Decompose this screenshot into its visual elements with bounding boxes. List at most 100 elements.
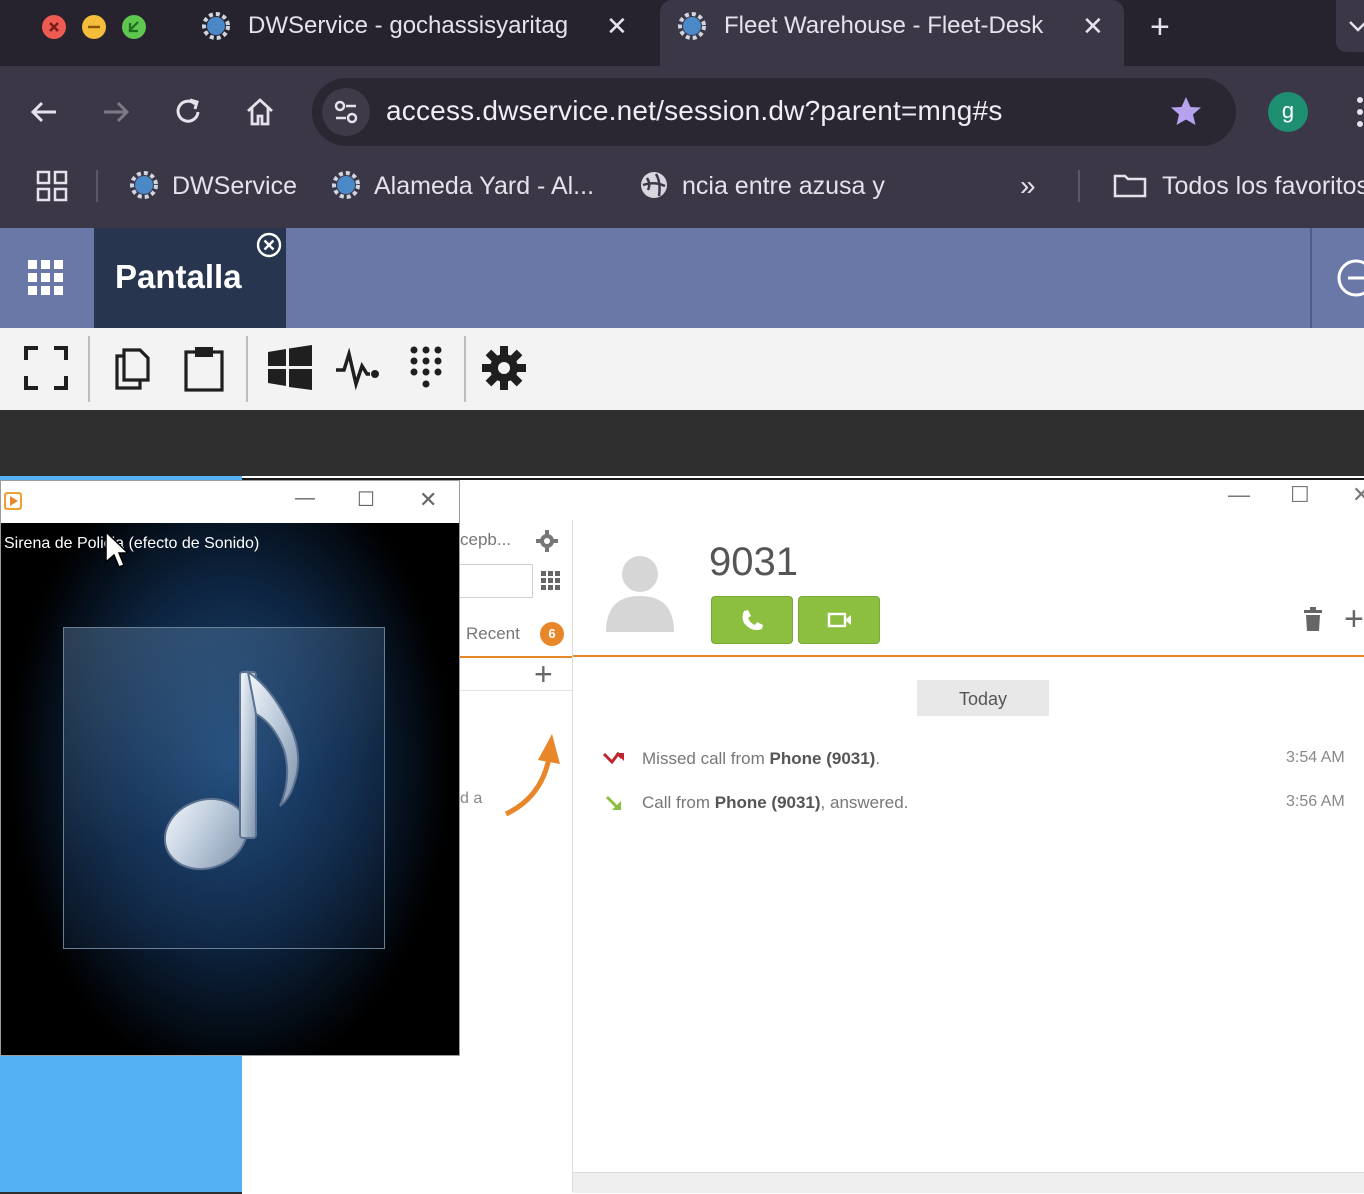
back-arrow-icon[interactable]	[22, 90, 66, 134]
log-caller: Phone (9031)	[769, 749, 876, 768]
browser-menu-icon[interactable]	[1352, 94, 1364, 134]
tool-separator	[464, 336, 466, 402]
settings-icon[interactable]	[536, 530, 558, 552]
album-art-frame	[63, 627, 385, 949]
hint-text: d a	[460, 790, 483, 807]
url-text: access.dwservice.net/session.dw?parent=m…	[386, 95, 1003, 126]
tab-pantalla[interactable]: Pantalla	[94, 228, 286, 328]
contact-avatar	[606, 556, 674, 632]
media-player-titlebar[interactable]: — ☐ ✕	[1, 481, 459, 523]
date-divider: Today	[917, 680, 1049, 716]
missed-call-icon	[602, 751, 624, 765]
address-bar[interactable]: access.dwservice.net/session.dw?parent=m…	[312, 78, 1236, 146]
log-text: Missed call from	[642, 749, 770, 768]
bookmark-star-icon[interactable]	[1168, 94, 1204, 130]
recent-count-badge: 6	[540, 622, 564, 646]
site-info-icon[interactable]	[322, 88, 370, 136]
close-icon[interactable]: ✕	[606, 11, 628, 42]
close-icon[interactable]: ✕	[1352, 482, 1364, 508]
log-text: .	[875, 749, 881, 768]
music-note-icon	[163, 669, 300, 871]
clipboard-icon[interactable]	[180, 344, 228, 392]
apps-grid-icon[interactable]	[36, 170, 68, 202]
tab-dwservice[interactable]: DWService - gochassisyaritag ✕	[190, 0, 650, 66]
tab-label: Pantalla	[115, 258, 242, 295]
windows-icon[interactable]	[266, 344, 314, 392]
browser-tab-strip: DWService - gochassisyaritag ✕ Fleet War…	[0, 0, 1364, 66]
mouse-cursor-icon	[105, 530, 128, 568]
logout-icon[interactable]	[1336, 258, 1364, 298]
call-button[interactable]	[711, 596, 793, 644]
pane-divider	[458, 690, 572, 691]
tab-search-button[interactable]	[1336, 0, 1364, 52]
call-time: 3:56 AM	[1286, 793, 1345, 810]
bookmark-label: Todos los favoritos	[1162, 172, 1364, 200]
home-icon[interactable]	[238, 90, 282, 134]
call-time: 3:54 AM	[1286, 749, 1345, 766]
new-tab-button[interactable]: +	[1150, 8, 1170, 47]
header-accent-line	[573, 655, 1364, 657]
apps-grid-icon[interactable]	[28, 260, 64, 296]
dwservice-icon	[130, 171, 158, 199]
dwservice-icon	[678, 12, 706, 40]
screen-toolbar	[0, 328, 1364, 410]
bookmark-label: ncia entre azusa y	[682, 172, 885, 200]
maximize-window-button[interactable]	[122, 15, 146, 39]
forward-arrow-icon[interactable]	[94, 90, 138, 134]
close-icon[interactable]: ✕	[1082, 11, 1104, 42]
curved-arrow-icon	[504, 734, 560, 817]
contacts-pane: cepb... Recent 6 + d a	[458, 520, 573, 1192]
settings-icon[interactable]	[480, 344, 528, 392]
add-participant-button[interactable]: +	[1344, 600, 1364, 639]
tab-title: DWService - gochassisyaritag	[248, 12, 569, 39]
log-caller: Phone (9031)	[714, 793, 821, 812]
tab-recent[interactable]: Recent	[466, 624, 520, 644]
add-contact-button[interactable]: +	[534, 656, 553, 693]
call-log-entry: Missed call from Phone (9031).	[642, 749, 880, 769]
bookmark-label: Alameda Yard - Al...	[374, 172, 595, 200]
media-player-icon	[4, 492, 22, 510]
conversation-pane	[573, 520, 1364, 1192]
minimize-window-button[interactable]	[82, 15, 106, 39]
log-text: , answered.	[820, 793, 909, 812]
close-circle-icon[interactable]	[256, 232, 282, 258]
reload-icon[interactable]	[166, 90, 210, 134]
close-window-button[interactable]	[42, 15, 66, 39]
bookmark-label: DWService	[172, 172, 298, 200]
more-bookmarks-icon[interactable]: »	[1020, 170, 1036, 202]
log-text: Call from	[642, 793, 715, 812]
dwservice-header: Pantalla	[0, 228, 1364, 328]
video-call-button[interactable]	[798, 596, 880, 644]
copy-icon[interactable]	[108, 344, 156, 392]
keypad-icon[interactable]	[402, 344, 450, 392]
contact-number: 9031	[709, 540, 798, 584]
tab-fleet-warehouse[interactable]: Fleet Warehouse - Fleet-Desk ✕	[660, 0, 1124, 66]
bookmarks-divider	[1078, 170, 1080, 202]
remote-screen-margin	[0, 410, 1364, 476]
folder-icon	[1113, 174, 1147, 198]
answered-call-icon	[605, 795, 621, 810]
call-log-entry: Call from Phone (9031), answered.	[642, 793, 908, 813]
video-camera-icon	[827, 612, 851, 628]
tab-underline	[458, 656, 572, 658]
track-title: Sirena de Policia (efecto de Sonido)	[4, 535, 260, 552]
message-input-area[interactable]	[573, 1172, 1364, 1193]
dialpad-icon[interactable]	[540, 570, 562, 592]
close-icon[interactable]: ✕	[419, 487, 437, 513]
maximize-icon[interactable]: ☐	[1290, 482, 1310, 508]
fullscreen-icon[interactable]	[22, 344, 70, 392]
globe-icon	[641, 172, 667, 198]
activity-icon[interactable]	[334, 344, 382, 392]
dwservice-icon	[202, 12, 230, 40]
tab-title: Fleet Warehouse - Fleet-Desk	[724, 12, 1044, 39]
search-input[interactable]	[458, 564, 533, 598]
maximize-icon[interactable]: ☐	[357, 487, 375, 512]
header-divider	[1310, 228, 1312, 328]
trash-icon[interactable]	[1302, 606, 1324, 632]
minimize-icon[interactable]: —	[295, 487, 315, 510]
profile-avatar[interactable]: g	[1268, 92, 1308, 132]
bookmarks-bar: DWService Alameda Yard - Al... ncia entr…	[0, 158, 1364, 228]
minimize-icon[interactable]: —	[1228, 482, 1250, 508]
dwservice-icon	[332, 171, 360, 199]
tool-separator	[88, 336, 90, 402]
